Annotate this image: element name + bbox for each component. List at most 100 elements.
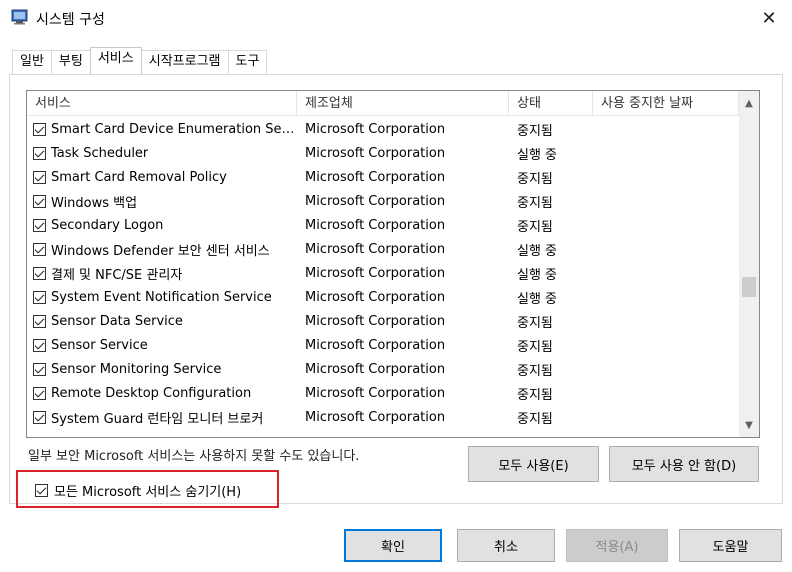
status-cell: 실행 중 — [517, 243, 558, 259]
table-body: Smart Card Device Enumeration Ser... Micr… — [27, 117, 739, 429]
checkbox-checked-icon[interactable] — [33, 266, 46, 280]
checkbox-checked-icon[interactable] — [33, 314, 46, 328]
service-name: Secondary Logon — [51, 217, 164, 233]
manufacturer-cell: Microsoft Corporation — [305, 313, 446, 329]
ok-button[interactable]: 확인 — [344, 529, 442, 562]
service-name: System Guard 런타임 모니터 브로커 — [51, 411, 264, 427]
checkbox-checked-icon[interactable] — [33, 386, 46, 400]
tab-tools[interactable]: 도구 — [227, 50, 268, 74]
status-cell: 중지됨 — [517, 411, 553, 427]
status-cell: 중지됨 — [517, 339, 553, 355]
service-name-cell: Windows 백업 — [27, 192, 297, 211]
hide-microsoft-services-label: 모든 Microsoft 서비스 숨기기(H) — [54, 485, 242, 500]
table-row[interactable]: Smart Card Removal Policy Microsoft Corpo… — [27, 165, 739, 189]
enable-all-button[interactable]: 모두 사용(E) — [468, 446, 599, 482]
title-bar: 시스템 구성 ✕ — [0, 0, 792, 36]
vertical-scrollbar[interactable]: ▲ ▼ — [739, 91, 759, 437]
service-name-cell: System Guard 런타임 모니터 브로커 — [27, 408, 297, 427]
status-cell: 실행 중 — [517, 267, 558, 283]
service-name: 결제 및 NFC/SE 관리자 — [51, 267, 183, 283]
scrollbar-thumb[interactable] — [742, 277, 756, 297]
service-name-cell: Task Scheduler — [27, 146, 297, 161]
manufacturer-cell: Microsoft Corporation — [305, 265, 446, 281]
close-button[interactable]: ✕ — [746, 0, 792, 36]
system-config-icon — [11, 9, 28, 25]
service-name-cell: Remote Desktop Configuration — [27, 386, 297, 401]
tab-boot[interactable]: 부팅 — [50, 50, 91, 74]
service-name-cell: Sensor Service — [27, 338, 297, 353]
table-row[interactable]: Sensor Service Microsoft Corporation 중지됨 — [27, 333, 739, 357]
table-row[interactable]: Sensor Data Service Microsoft Corporation… — [27, 309, 739, 333]
column-header-disabled-date[interactable]: 사용 중지한 날짜 — [593, 91, 739, 116]
service-name-cell: Sensor Data Service — [27, 314, 297, 329]
service-name-cell: Windows Defender 보안 센터 서비스 — [27, 240, 297, 259]
service-name: Sensor Service — [51, 337, 148, 353]
checkbox-checked-icon[interactable] — [33, 290, 46, 304]
table-row[interactable]: Smart Card Device Enumeration Ser... Micr… — [27, 117, 739, 141]
manufacturer-cell: Microsoft Corporation — [305, 217, 446, 233]
status-cell: 중지됨 — [517, 123, 553, 139]
help-button[interactable]: 도움말 — [679, 529, 782, 562]
checkbox-checked-icon[interactable] — [33, 410, 46, 424]
checkbox-checked-icon[interactable] — [33, 338, 46, 352]
status-cell: 중지됨 — [517, 315, 553, 331]
table-row[interactable]: Windows 백업 Microsoft Corporation 중지됨 — [27, 189, 739, 213]
service-name: Remote Desktop Configuration — [51, 385, 252, 401]
checkbox-checked-icon[interactable] — [33, 170, 46, 184]
checkbox-checked-icon[interactable] — [33, 242, 46, 256]
table-row[interactable]: 결제 및 NFC/SE 관리자 Microsoft Corporation 실행 중 — [27, 261, 739, 285]
window-title: 시스템 구성 — [36, 12, 105, 28]
checkbox-checked-icon[interactable] — [35, 484, 48, 497]
service-name-cell: System Event Notification Service — [27, 290, 297, 305]
manufacturer-cell: Microsoft Corporation — [305, 409, 446, 425]
security-note: 일부 보안 Microsoft 서비스는 사용하지 못할 수도 있습니다. — [28, 449, 360, 464]
service-name: System Event Notification Service — [51, 289, 272, 305]
table-row[interactable]: System Guard 런타임 모니터 브로커 Microsoft Corpor… — [27, 405, 739, 429]
status-cell: 중지됨 — [517, 219, 553, 235]
scroll-down-arrow-icon[interactable]: ▼ — [739, 415, 759, 435]
checkbox-checked-icon[interactable] — [33, 218, 46, 232]
disable-all-button[interactable]: 모두 사용 안 함(D) — [609, 446, 759, 482]
table-row[interactable]: Secondary Logon Microsoft Corporation 중지됨 — [27, 213, 739, 237]
tab-strip: 일반 부팅 서비스 시작프로그램 도구 — [12, 47, 268, 74]
table-row[interactable]: System Event Notification Service Microso… — [27, 285, 739, 309]
manufacturer-cell: Microsoft Corporation — [305, 169, 446, 185]
checkbox-checked-icon[interactable] — [33, 194, 46, 208]
service-name: Smart Card Device Enumeration Ser... — [51, 121, 297, 137]
service-name: Windows 백업 — [51, 195, 138, 211]
status-cell: 실행 중 — [517, 147, 558, 163]
service-name-cell: Smart Card Removal Policy — [27, 170, 297, 185]
manufacturer-cell: Microsoft Corporation — [305, 121, 446, 137]
checkbox-checked-icon[interactable] — [33, 146, 46, 160]
service-name: Sensor Data Service — [51, 313, 183, 329]
manufacturer-cell: Microsoft Corporation — [305, 289, 446, 305]
status-cell: 중지됨 — [517, 195, 553, 211]
table-row[interactable]: Windows Defender 보안 센터 서비스 Microsoft Corp… — [27, 237, 739, 261]
table-header: 서비스 제조업체 상태 사용 중지한 날짜 — [27, 91, 739, 116]
column-header-manufacturer[interactable]: 제조업체 — [297, 91, 509, 116]
tab-general[interactable]: 일반 — [12, 50, 52, 74]
services-list[interactable]: 서비스 제조업체 상태 사용 중지한 날짜 Smart Card Device … — [26, 90, 760, 438]
apply-button[interactable]: 적용(A) — [566, 529, 668, 562]
column-header-status[interactable]: 상태 — [509, 91, 593, 116]
table-row[interactable]: Sensor Monitoring Service Microsoft Corpo… — [27, 357, 739, 381]
service-name-cell: Sensor Monitoring Service — [27, 362, 297, 377]
column-header-service[interactable]: 서비스 — [27, 91, 297, 116]
table-row[interactable]: Remote Desktop Configuration Microsoft Co… — [27, 381, 739, 405]
tab-services[interactable]: 서비스 — [89, 47, 142, 74]
cancel-button[interactable]: 취소 — [457, 529, 555, 562]
table-row[interactable]: Task Scheduler Microsoft Corporation 실행 중 — [27, 141, 739, 165]
manufacturer-cell: Microsoft Corporation — [305, 361, 446, 377]
tab-startup[interactable]: 시작프로그램 — [140, 50, 229, 74]
status-cell: 중지됨 — [517, 363, 553, 379]
service-name: Smart Card Removal Policy — [51, 169, 227, 185]
service-name: Task Scheduler — [51, 145, 149, 161]
service-name-cell: Smart Card Device Enumeration Ser... — [27, 122, 297, 137]
hide-microsoft-services-checkbox[interactable]: 모든 Microsoft 서비스 숨기기(H) — [26, 473, 241, 508]
checkbox-checked-icon[interactable] — [33, 362, 46, 376]
scroll-up-arrow-icon[interactable]: ▲ — [739, 93, 759, 113]
manufacturer-cell: Microsoft Corporation — [305, 337, 446, 353]
services-panel: 서비스 제조업체 상태 사용 중지한 날짜 Smart Card Device … — [9, 74, 783, 508]
status-cell: 중지됨 — [517, 387, 553, 403]
checkbox-checked-icon[interactable] — [33, 122, 46, 136]
